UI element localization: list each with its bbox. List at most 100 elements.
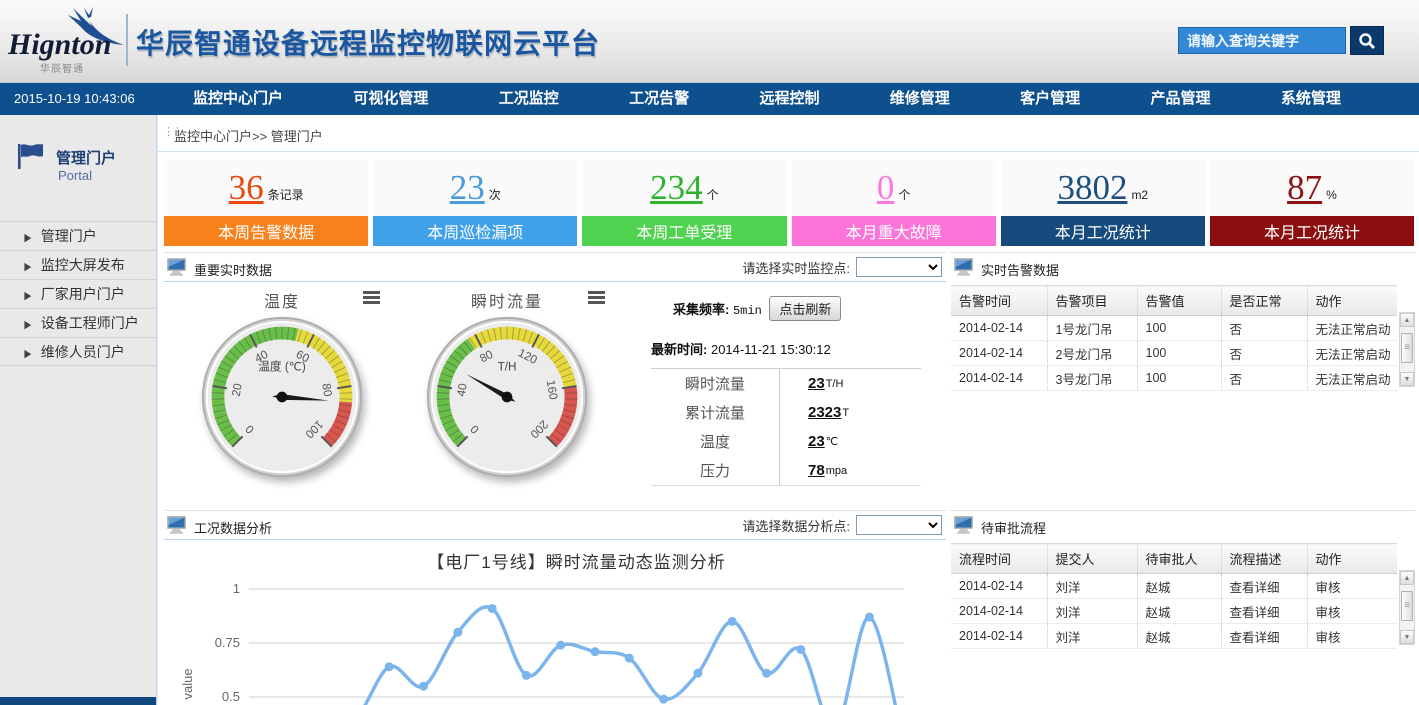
stat-card-unit: % bbox=[1326, 188, 1337, 202]
scroll-thumb[interactable] bbox=[1401, 591, 1413, 621]
metric-unit: ℃ bbox=[826, 435, 838, 448]
nav-item-7[interactable]: 产品管理 bbox=[1141, 83, 1221, 115]
nav-item-2[interactable]: 工况监控 bbox=[489, 83, 569, 115]
nav-timestamp: 2015-10-19 10:43:06 bbox=[14, 83, 135, 115]
search-icon bbox=[1358, 32, 1376, 50]
realtime-info-panel: 采集频率: 5min 点击刷新 最新时间: 2014-11-21 15:30:1… bbox=[651, 296, 935, 486]
table-cell: 2014-02-14 bbox=[951, 341, 1047, 366]
scroll-up-button[interactable]: ▲ bbox=[1400, 313, 1414, 327]
panel-title: 重要实时数据 bbox=[194, 260, 272, 279]
table-row[interactable]: 2014-02-14刘洋赵城查看详细审核 bbox=[951, 624, 1397, 649]
search-input[interactable] bbox=[1178, 27, 1346, 54]
alarm-panel-header: 实时告警数据 bbox=[951, 252, 1415, 282]
sidebar-item-0[interactable]: ▶管理门户 bbox=[0, 221, 156, 250]
table-cell: 无法正常启动 bbox=[1307, 341, 1397, 366]
latest-time-value: 2014-11-21 15:30:12 bbox=[711, 342, 831, 357]
triangle-right-icon: ▶ bbox=[24, 282, 31, 313]
sidebar-item-3[interactable]: ▶设备工程师门户 bbox=[0, 308, 156, 337]
stat-card-unit: 个 bbox=[707, 186, 719, 203]
nav-item-4[interactable]: 远程控制 bbox=[749, 83, 829, 115]
stat-card-2: 234个本周工单受理 bbox=[582, 159, 786, 246]
table-cell: 3号龙门吊 bbox=[1047, 366, 1137, 391]
logo: Hignton 华辰智通 bbox=[6, 6, 124, 76]
svg-text:T/H: T/H bbox=[498, 361, 517, 374]
search-button[interactable] bbox=[1350, 26, 1384, 55]
metric-label: 瞬时流量 bbox=[651, 373, 779, 394]
table-cell: 刘洋 bbox=[1047, 574, 1137, 599]
alarm-panel: 实时告警数据 告警时间告警项目告警值是否正常动作2014-02-141号龙门吊1… bbox=[951, 252, 1415, 391]
sidebar-item-4[interactable]: ▶维修人员门户 bbox=[0, 337, 156, 366]
stat-card-value[interactable]: 3802 bbox=[1057, 170, 1127, 205]
metric-value[interactable]: 78 bbox=[808, 462, 825, 479]
chart-menu-icon[interactable] bbox=[363, 291, 380, 306]
stat-card-unit: m2 bbox=[1131, 188, 1148, 202]
sidebar-item-2[interactable]: ▶厂家用户门户 bbox=[0, 279, 156, 308]
monitor-icon bbox=[953, 515, 974, 539]
app-root: Hignton 华辰智通 华辰智通设备远程监控物联网云平台 2015-10-19… bbox=[0, 0, 1419, 705]
scroll-thumb[interactable] bbox=[1401, 333, 1413, 363]
scroll-up-button[interactable]: ▲ bbox=[1400, 571, 1414, 585]
svg-text:0.75: 0.75 bbox=[215, 635, 240, 650]
breadcrumb: 监控中心门户>> 管理门户 bbox=[174, 126, 323, 145]
nav-item-3[interactable]: 工况告警 bbox=[619, 83, 699, 115]
table-cell: 100 bbox=[1137, 316, 1221, 341]
sidebar-item-1[interactable]: ▶监控大屏发布 bbox=[0, 250, 156, 279]
monitor-point-select[interactable] bbox=[856, 257, 942, 277]
analysis-point-select[interactable] bbox=[856, 515, 942, 535]
stat-card-value[interactable]: 23 bbox=[450, 170, 485, 205]
stat-card-value[interactable]: 36 bbox=[229, 170, 264, 205]
metric-unit: T/H bbox=[826, 378, 844, 390]
table-cell: 2014-02-14 bbox=[951, 574, 1047, 599]
stat-card-0: 36条记录本周告警数据 bbox=[164, 159, 368, 246]
sidebar-item-label: 管理门户 bbox=[41, 228, 97, 244]
metric-row: 累计流量2323T bbox=[651, 398, 921, 427]
table-row[interactable]: 2014-02-14刘洋赵城查看详细审核 bbox=[951, 599, 1397, 624]
metric-value-cell: 78mpa bbox=[779, 456, 921, 485]
table-scrollbar[interactable]: ▲ ▼ bbox=[1399, 570, 1415, 645]
table-row[interactable]: 2014-02-142号龙门吊100否无法正常启动 bbox=[951, 341, 1397, 366]
approval-panel: 待审批流程 流程时间提交人待审批人流程描述动作2014-02-14刘洋赵城查看详… bbox=[951, 510, 1415, 649]
table-cell: 审核 bbox=[1307, 624, 1397, 649]
column-header: 告警值 bbox=[1137, 286, 1221, 316]
svg-text:value: value bbox=[180, 668, 195, 699]
table-scrollbar[interactable]: ▲ ▼ bbox=[1399, 312, 1415, 387]
stat-card-value[interactable]: 0 bbox=[877, 170, 895, 205]
nav-item-1[interactable]: 可视化管理 bbox=[343, 83, 438, 115]
table-cell: 否 bbox=[1221, 316, 1307, 341]
nav-item-8[interactable]: 系统管理 bbox=[1271, 83, 1351, 115]
table-row[interactable]: 2014-02-14刘洋赵城查看详细审核 bbox=[951, 574, 1397, 599]
monitor-icon bbox=[166, 257, 187, 281]
monitor-icon bbox=[953, 257, 974, 281]
stat-card-unit: 次 bbox=[489, 186, 501, 203]
table-cell: 否 bbox=[1221, 366, 1307, 391]
triangle-right-icon: ▶ bbox=[24, 340, 31, 371]
chart-menu-icon[interactable] bbox=[588, 291, 605, 306]
stat-card-unit: 条记录 bbox=[268, 186, 304, 203]
refresh-button[interactable]: 点击刷新 bbox=[769, 296, 841, 321]
nav-item-0[interactable]: 监控中心门户 bbox=[183, 83, 293, 115]
sidebar-portal-header: 管理门户 Portal bbox=[0, 115, 156, 220]
portal-title: 管理门户 bbox=[56, 147, 116, 168]
stat-cards-row: 36条记录本周告警数据23次本周巡检漏项234个本周工单受理0个本月重大故障38… bbox=[164, 159, 1414, 246]
stat-card-number-area: 3802 m2 bbox=[1001, 159, 1205, 216]
metric-value[interactable]: 2323 bbox=[808, 404, 841, 421]
nav-item-6[interactable]: 客户管理 bbox=[1010, 83, 1090, 115]
scroll-down-button[interactable]: ▼ bbox=[1400, 630, 1414, 644]
stat-card-label: 本周告警数据 bbox=[164, 216, 368, 246]
svg-text:1: 1 bbox=[233, 581, 240, 596]
scroll-down-button[interactable]: ▼ bbox=[1400, 372, 1414, 386]
metric-value[interactable]: 23 bbox=[808, 375, 825, 392]
stat-card-value[interactable]: 234 bbox=[650, 170, 703, 205]
collect-frequency-label: 采集频率: bbox=[673, 302, 729, 317]
table-cell: 否 bbox=[1221, 341, 1307, 366]
breadcrumb-row: ⋮⋮ 监控中心门户>> 管理门户 bbox=[158, 115, 1419, 152]
metric-value[interactable]: 23 bbox=[808, 433, 825, 450]
alarm-table: 告警时间告警项目告警值是否正常动作2014-02-141号龙门吊100否无法正常… bbox=[951, 285, 1397, 391]
logo-subtext: 华辰智通 bbox=[40, 60, 84, 75]
stat-card-5: 87%本月工况统计 bbox=[1210, 159, 1414, 246]
monitor-icon bbox=[166, 515, 187, 539]
stat-card-value[interactable]: 87 bbox=[1287, 170, 1322, 205]
table-row[interactable]: 2014-02-141号龙门吊100否无法正常启动 bbox=[951, 316, 1397, 341]
table-row[interactable]: 2014-02-143号龙门吊100否无法正常启动 bbox=[951, 366, 1397, 391]
nav-item-5[interactable]: 维修管理 bbox=[880, 83, 960, 115]
